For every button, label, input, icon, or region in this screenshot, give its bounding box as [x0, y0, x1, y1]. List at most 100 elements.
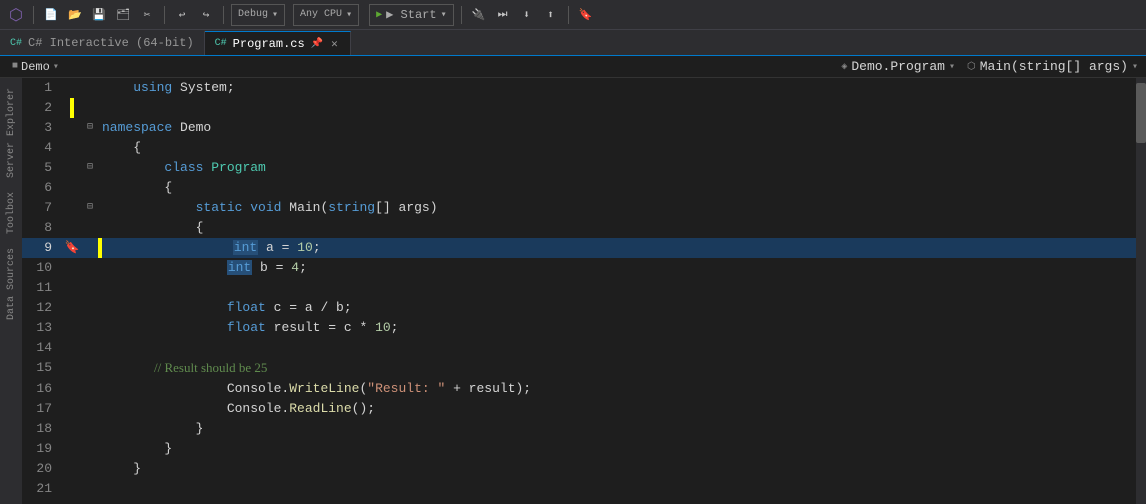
step-over-button[interactable]: ⏭ — [493, 5, 513, 25]
sep2 — [164, 6, 165, 24]
code-4[interactable]: { — [98, 138, 1136, 158]
code-15[interactable]: // Result should be 25 — [98, 358, 1136, 379]
cs-interactive-icon: C# — [10, 38, 22, 49]
start-button[interactable]: ▶ ▶ Start ▾ — [369, 4, 454, 26]
gutter-8 — [62, 218, 82, 238]
edit-button[interactable]: ✂ — [137, 5, 157, 25]
breadcrumb-method-icon: ⬡ — [967, 61, 976, 73]
code-13[interactable]: float result = c * 10; — [98, 318, 1136, 338]
tab-program-cs[interactable]: C# Program.cs 📌 ✕ — [205, 31, 351, 55]
sep1 — [33, 6, 34, 24]
breadcrumb-project[interactable]: ■ Demo ▾ — [8, 60, 63, 74]
code-5[interactable]: class Program — [98, 158, 1136, 178]
debug-config-dropdown[interactable]: Debug ▾ — [231, 4, 285, 26]
sidebar-server-explorer[interactable]: Server Explorer — [4, 82, 19, 184]
sep5 — [568, 6, 569, 24]
redo-button[interactable]: ↪ — [196, 5, 216, 25]
line-19: 19 } — [22, 439, 1136, 459]
line-num-13: 13 — [22, 318, 62, 338]
gutter-9[interactable]: 🔖 — [62, 238, 82, 258]
step-out-button[interactable]: ⬆ — [541, 5, 561, 25]
code-18[interactable]: } — [98, 419, 1136, 439]
breadcrumb-bar: ■ Demo ▾ ◈ Demo.Program ▾ ⬡ Main(string[… — [0, 56, 1146, 78]
code-8[interactable]: { — [98, 218, 1136, 238]
breadcrumb-class-dropdown[interactable]: ▾ — [949, 61, 955, 73]
gutter-14 — [62, 338, 82, 358]
line-9: 9 🔖 int a = 10; — [22, 238, 1136, 258]
breadcrumb-class-icon: ◈ — [841, 61, 847, 73]
gutter-12 — [62, 298, 82, 318]
tab-pin-icon: 📌 — [311, 38, 323, 50]
save-button[interactable]: 💾 — [89, 5, 109, 25]
tab-cs-interactive[interactable]: C# C# Interactive (64-bit) — [0, 31, 205, 55]
fold-14 — [82, 338, 98, 358]
code-1[interactable]: using System; — [98, 78, 1136, 98]
gutter-21 — [62, 479, 82, 499]
fold-6 — [82, 178, 98, 198]
line-16: 16 Console.WriteLine("Result: " + result… — [22, 379, 1136, 399]
code-3[interactable]: namespace Demo — [98, 118, 1136, 138]
cs-interactive-label: C# Interactive (64-bit) — [28, 36, 194, 50]
sidebar-data-sources[interactable]: Data Sources — [4, 242, 19, 326]
program-cs-icon: C# — [215, 38, 227, 49]
breadcrumb-method-dropdown[interactable]: ▾ — [1132, 61, 1138, 73]
step-into-button[interactable]: ⬇ — [517, 5, 537, 25]
gutter-2 — [62, 98, 82, 118]
line-3: 3 ⊟ namespace Demo — [22, 118, 1136, 138]
gutter-20 — [62, 459, 82, 479]
undo-button[interactable]: ↩ — [172, 5, 192, 25]
breadcrumb-right: ◈ Demo.Program ▾ ⬡ Main(string[] args) ▾ — [841, 59, 1138, 74]
line-num-1: 1 — [22, 78, 62, 98]
code-19[interactable]: } — [98, 439, 1136, 459]
new-project-button[interactable]: 📄 — [41, 5, 61, 25]
gutter-5 — [62, 158, 82, 178]
breadcrumb-project-dropdown[interactable]: ▾ — [53, 61, 59, 73]
code-14[interactable] — [98, 338, 1136, 358]
fold-5[interactable]: ⊟ — [82, 158, 98, 178]
code-2[interactable] — [98, 98, 1136, 118]
fold-20 — [82, 459, 98, 479]
code-editor[interactable]: 1 using System; 2 3 ⊟ namespace Demo — [22, 78, 1136, 504]
code-7[interactable]: static void Main(string[] args) — [98, 198, 1136, 218]
scrollbar-thumb[interactable] — [1136, 83, 1146, 143]
line-14: 14 — [22, 338, 1136, 358]
main-area: Server Explorer Toolbox Data Sources 1 u… — [0, 78, 1146, 504]
code-21[interactable] — [98, 479, 1136, 499]
line-num-10: 10 — [22, 258, 62, 278]
line-num-14: 14 — [22, 338, 62, 358]
line-num-16: 16 — [22, 379, 62, 399]
open-file-button[interactable]: 📂 — [65, 5, 85, 25]
bookmark-button[interactable]: 🔖 — [576, 5, 596, 25]
fold-7[interactable]: ⊟ — [82, 198, 98, 218]
sep3 — [223, 6, 224, 24]
code-11[interactable] — [98, 278, 1136, 298]
gutter-1 — [62, 78, 82, 98]
code-20[interactable]: } — [98, 459, 1136, 479]
line-num-15: 15 — [22, 358, 62, 379]
attach-debugger-button[interactable]: 🔌 — [469, 5, 489, 25]
line-num-5: 5 — [22, 158, 62, 178]
fold-4 — [82, 138, 98, 158]
vertical-scrollbar[interactable] — [1136, 78, 1146, 504]
sidebar-toolbox[interactable]: Toolbox — [4, 186, 19, 240]
toolbar: ⬡ 📄 📂 💾 🗂 ✂ ↩ ↪ Debug ▾ Any CPU ▾ ▶ ▶ St… — [0, 0, 1146, 30]
code-12[interactable]: float c = a / b; — [98, 298, 1136, 318]
cpu-config-dropdown[interactable]: Any CPU ▾ — [293, 4, 359, 26]
code-17[interactable]: Console.ReadLine(); — [98, 399, 1136, 419]
save-all-button[interactable]: 🗂 — [113, 5, 133, 25]
fold-21 — [82, 479, 98, 499]
fold-3[interactable]: ⊟ — [82, 118, 98, 138]
gutter-11 — [62, 278, 82, 298]
fold-2 — [82, 98, 98, 118]
gutter-15 — [62, 358, 82, 379]
line-num-17: 17 — [22, 399, 62, 419]
code-16[interactable]: Console.WriteLine("Result: " + result); — [98, 379, 1136, 399]
gutter-19 — [62, 439, 82, 459]
code-9[interactable]: int a = 10; — [102, 238, 1136, 258]
line-10: 10 int b = 4; — [22, 258, 1136, 278]
line-13: 13 float result = c * 10; — [22, 318, 1136, 338]
code-10[interactable]: int b = 4; — [98, 258, 1136, 278]
line-num-8: 8 — [22, 218, 62, 238]
code-6[interactable]: { — [98, 178, 1136, 198]
tab-close-button[interactable]: ✕ — [329, 36, 340, 52]
